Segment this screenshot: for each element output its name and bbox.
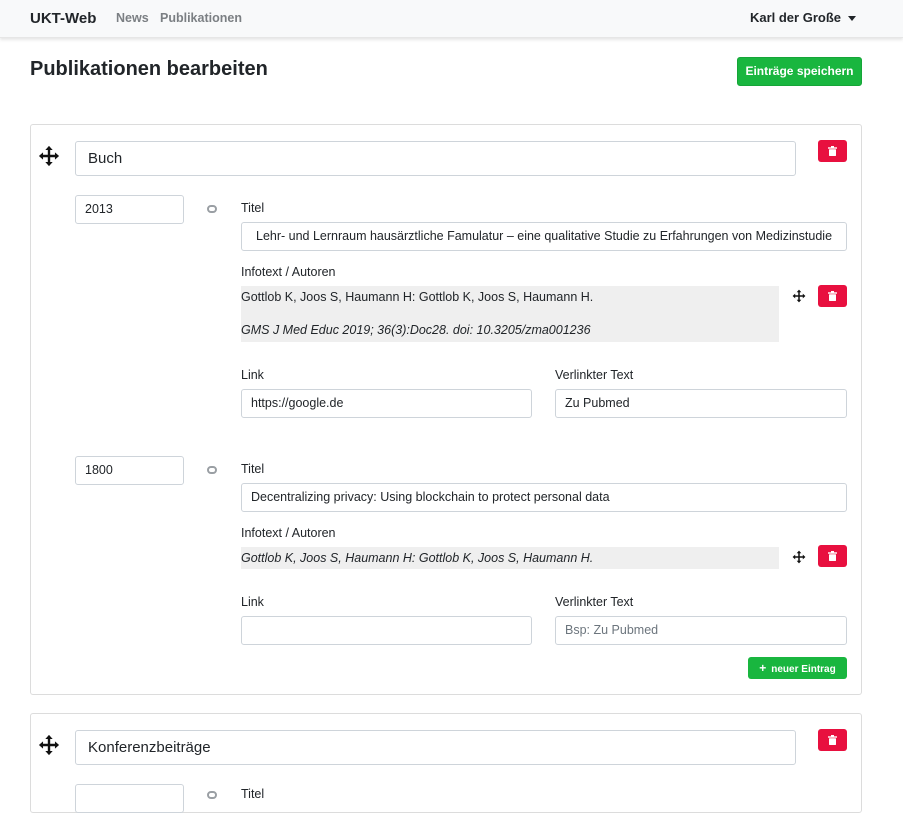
info-authors-text: Gottlob K, Joos S, Haumann H: Gottlob K,… xyxy=(241,290,594,304)
radio-button[interactable] xyxy=(207,791,217,799)
link-label: Link xyxy=(241,595,264,609)
title-label: Titel xyxy=(241,462,265,476)
link-input[interactable] xyxy=(241,616,532,645)
info-text-editor[interactable]: Gottlob K, Joos S, Haumann H: Gottlob K,… xyxy=(241,547,779,569)
trash-icon xyxy=(828,735,837,745)
info-label: Infotext / Autoren xyxy=(241,526,336,540)
title-input[interactable]: Decentralizing privacy: Using blockchain… xyxy=(241,483,847,512)
year-input[interactable]: 1800 xyxy=(75,456,184,485)
year-input[interactable] xyxy=(75,784,184,813)
move-icon[interactable] xyxy=(792,550,806,564)
link-input[interactable]: https://google.de xyxy=(241,389,532,418)
plus-icon: + xyxy=(759,661,767,675)
nav-link-publikationen[interactable]: Publikationen xyxy=(160,11,242,25)
move-icon[interactable] xyxy=(38,734,60,756)
title-input[interactable]: Lehr- und Lernraum hausärztliche Famulat… xyxy=(241,222,847,251)
category-name-input[interactable]: Buch xyxy=(75,141,796,176)
delete-entry-button[interactable] xyxy=(818,545,847,567)
navbar: UKT-Web News Publikationen Karl der Groß… xyxy=(0,0,903,38)
linked-text-input[interactable]: Bsp: Zu Pubmed xyxy=(555,616,847,645)
title-label: Titel xyxy=(241,787,265,801)
info-authors-text: Gottlob K, Joos S, Haumann H: Gottlob K,… xyxy=(241,551,594,565)
linked-text-label: Verlinkter Text xyxy=(555,368,634,382)
move-icon[interactable] xyxy=(792,289,806,303)
trash-icon xyxy=(828,291,837,301)
new-entry-button[interactable]: + neuer Eintrag xyxy=(748,657,847,679)
info-citation-text: GMS J Med Educ 2019; 36(3):Doc28. doi: 1… xyxy=(241,323,591,337)
delete-category-button[interactable] xyxy=(818,729,847,751)
new-entry-label: neuer Eintrag xyxy=(771,664,836,675)
trash-icon xyxy=(828,146,837,156)
title-label: Titel xyxy=(241,201,265,215)
delete-entry-button[interactable] xyxy=(818,285,847,307)
linked-text-label: Verlinkter Text xyxy=(555,595,634,609)
caret-down-icon[interactable] xyxy=(848,16,856,21)
trash-icon xyxy=(828,551,837,561)
info-label: Infotext / Autoren xyxy=(241,265,336,279)
radio-button[interactable] xyxy=(207,466,217,474)
delete-category-button[interactable] xyxy=(818,140,847,162)
save-entries-button[interactable]: Einträge speichern xyxy=(737,57,862,86)
linked-text-input[interactable]: Zu Pubmed xyxy=(555,389,847,418)
year-input[interactable]: 2013 xyxy=(75,195,184,224)
page-title: Publikationen bearbeiten xyxy=(30,58,268,80)
move-icon[interactable] xyxy=(38,145,60,167)
info-text-editor[interactable]: Gottlob K, Joos S, Haumann H: Gottlob K,… xyxy=(241,286,779,342)
radio-button[interactable] xyxy=(207,205,217,213)
link-label: Link xyxy=(241,368,264,382)
user-menu-toggle[interactable]: Karl der Große xyxy=(750,10,841,25)
category-name-input[interactable]: Konferenzbeiträge xyxy=(75,730,796,765)
nav-link-news[interactable]: News xyxy=(116,11,149,25)
brand-link[interactable]: UKT-Web xyxy=(30,10,96,27)
